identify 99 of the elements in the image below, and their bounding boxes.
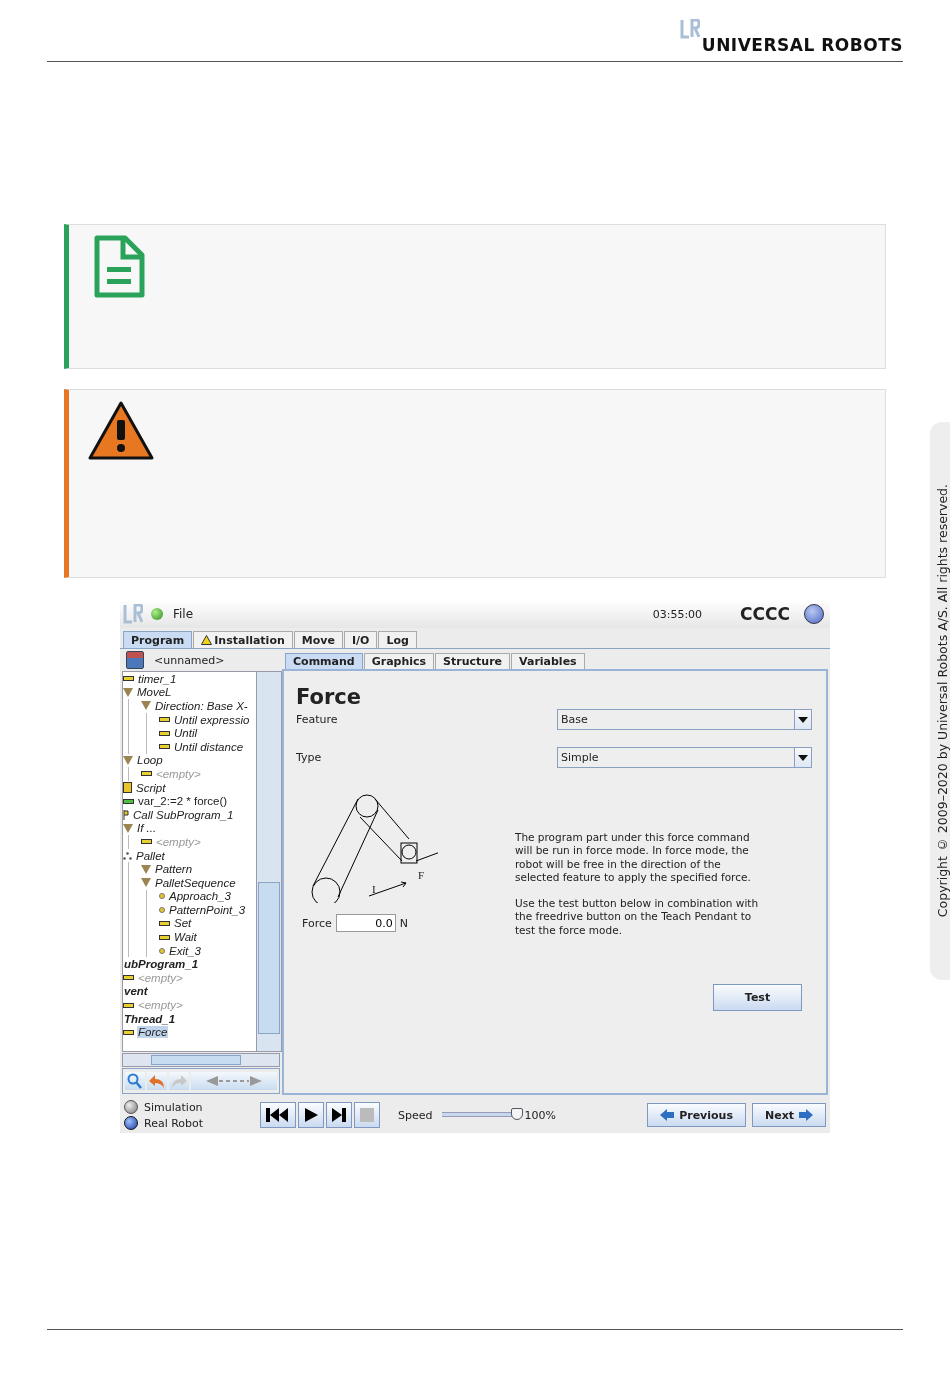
speed-reading: 100% [524, 1108, 556, 1122]
bar-icon [159, 921, 170, 926]
tree-item[interactable]: PalletSequence [154, 876, 237, 889]
move-arrows-icon[interactable] [191, 1072, 277, 1090]
force-input[interactable]: 0.0 [335, 914, 396, 932]
bar-icon [159, 717, 170, 723]
play-icon[interactable] [298, 1102, 324, 1128]
tree-item[interactable]: Set [173, 917, 193, 930]
radio-button[interactable] [124, 1116, 138, 1130]
tree-item[interactable]: Approach_3 [168, 890, 233, 903]
radio-button[interactable] [124, 1100, 138, 1114]
file-menu[interactable]: File [173, 607, 194, 621]
help-icon[interactable] [804, 604, 824, 624]
tree-item[interactable]: Pallet [135, 849, 166, 862]
tree-item[interactable]: Call SubProgram_1 [132, 808, 235, 821]
previous-button[interactable]: Previous [647, 1103, 746, 1127]
speed-label: Speed [398, 1108, 433, 1122]
script-icon [123, 782, 132, 794]
mode-label: Real Robot [144, 1116, 204, 1130]
triangle-icon [123, 823, 133, 833]
bar-icon [141, 839, 152, 845]
bar-icon [159, 744, 170, 750]
description-text: The program part under this force command will be run in force mode. In force mode, the robot will be free in the direction of the selected feature to apply the specified force. [515, 831, 752, 885]
bar-icon [159, 934, 170, 940]
tree-item[interactable]: Until [173, 727, 198, 740]
redo-icon[interactable] [169, 1072, 189, 1090]
tab[interactable]: Program [123, 631, 193, 648]
dots-icon [123, 851, 132, 860]
save-icon[interactable] [126, 651, 144, 669]
unit-label: N [399, 916, 408, 930]
tab[interactable]: Variables [511, 653, 585, 669]
search-icon[interactable] [125, 1072, 145, 1090]
file-name: <unnamed> [154, 653, 225, 667]
tree-item[interactable]: Until expressio [173, 713, 251, 726]
tab[interactable]: Structure [435, 653, 511, 669]
triangle-icon [123, 755, 133, 765]
vertical-scrollbar[interactable] [256, 672, 281, 1051]
diagram-label: I [372, 883, 376, 895]
dot-icon [159, 893, 165, 900]
arrow-left-icon [660, 1109, 675, 1121]
flag-icon [123, 809, 129, 820]
tab[interactable]: Graphics [363, 653, 435, 669]
mode-label: Simulation [144, 1100, 203, 1114]
field-label: Feature [296, 712, 338, 726]
field-label: Type [296, 750, 322, 764]
bar-icon [123, 1002, 134, 1008]
next-button[interactable]: Next [751, 1103, 826, 1127]
tree-item[interactable]: PatternPoint_3 [168, 903, 247, 916]
bar-icon [123, 975, 134, 981]
brand-name: UNIVERSAL ROBOTS [701, 35, 903, 55]
caret-icon [794, 747, 811, 767]
status-icon [151, 608, 163, 620]
horizontal-scrollbar[interactable] [122, 1053, 280, 1067]
caret-icon [794, 709, 811, 729]
dropdown[interactable]: Base [557, 708, 812, 730]
diagram-label: F [418, 869, 425, 881]
bar-icon [141, 771, 152, 777]
warning-icon [87, 400, 155, 462]
tree-item[interactable]: Exit_3 [168, 944, 202, 957]
tree-item[interactable]: Pattern [154, 863, 194, 876]
bar-icon [123, 1029, 134, 1035]
field-label: Force [302, 916, 332, 930]
tree-item[interactable]: MoveL [136, 686, 173, 699]
bar-icon [159, 730, 170, 736]
dot-icon [159, 906, 165, 913]
tab[interactable]: I/O [343, 631, 378, 648]
tree-item[interactable]: Direction: Base X- [154, 700, 249, 712]
tree-item[interactable]: timer_1 [137, 672, 178, 685]
step-forward-icon[interactable] [326, 1102, 352, 1128]
tree-item[interactable]: Script [135, 781, 167, 794]
copyright-text: Copyright © 2009–2020 by Universal Robots A/S. All rights reserved. [934, 484, 950, 918]
tab[interactable]: Log [378, 631, 417, 648]
logo-icon [679, 19, 700, 39]
dot-icon [159, 947, 165, 954]
bar-icon [123, 798, 134, 804]
clock-time: 03:55:00 [652, 607, 703, 621]
logo-icon [123, 604, 143, 624]
tab[interactable]: Move [293, 631, 343, 648]
tab[interactable]: Installation [193, 631, 293, 648]
tree-item[interactable]: Wait [173, 931, 198, 944]
description-text: Use the test button below in combination with the freedrive button on the Teach Pendant to test the force mode. [515, 897, 760, 938]
tree-item[interactable]: ubProgram_1 [123, 958, 200, 971]
tree-item[interactable]: If ... [136, 822, 158, 835]
tree-item[interactable]: Until distance [173, 740, 245, 753]
test-button[interactable]: Test [713, 984, 802, 1012]
tree-item[interactable]: var_2:=2 * force() [137, 795, 229, 808]
tree-item[interactable]: Thread_1 [123, 1012, 177, 1025]
tree-item[interactable]: Loop [136, 754, 164, 767]
tree-item[interactable]: Force [137, 1026, 169, 1039]
bar-icon [123, 676, 134, 682]
undo-icon[interactable] [147, 1072, 167, 1090]
warning-icon [201, 635, 213, 645]
skip-back-icon[interactable] [260, 1102, 296, 1128]
robot-name: CCCC [740, 604, 790, 624]
arrow-right-icon [799, 1109, 813, 1121]
tree-item[interactable]: vent [123, 985, 149, 998]
tab[interactable]: Command [285, 653, 363, 669]
panel-title: Force [296, 685, 362, 709]
dropdown[interactable]: Simple [557, 746, 812, 768]
